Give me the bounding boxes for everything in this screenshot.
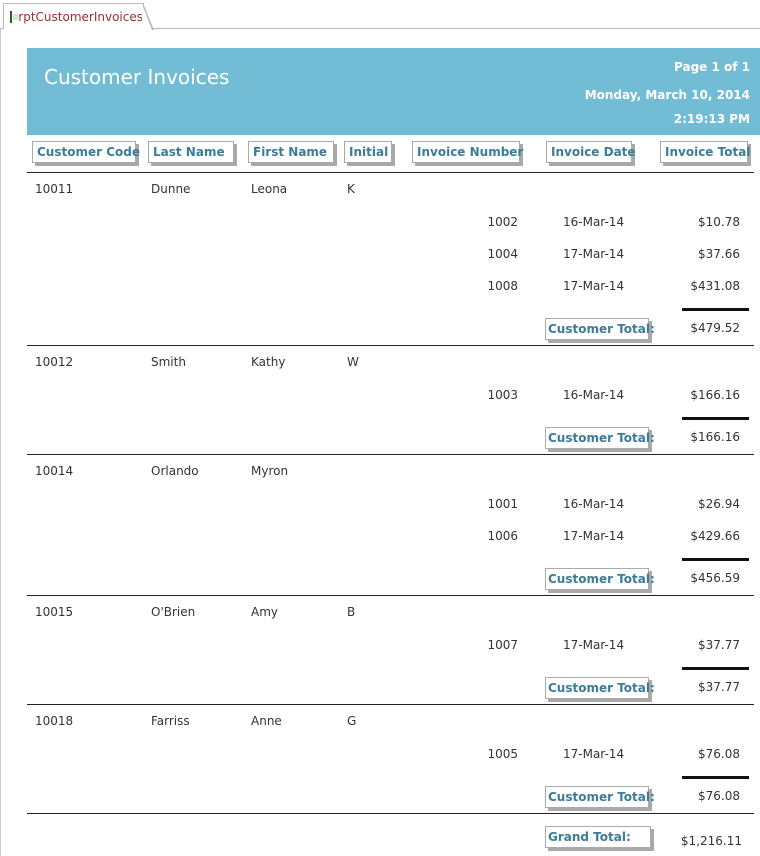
invoice-date: 17-Mar-14	[563, 747, 625, 761]
invoice-total: $10.78	[698, 215, 740, 229]
customer-first-name: Kathy	[251, 355, 286, 369]
customer-total-value: $456.59	[690, 571, 740, 585]
customer-code: 10012	[35, 355, 74, 369]
customer-total-value: $76.08	[698, 789, 740, 803]
customer-last-name: O'Brien	[151, 605, 196, 619]
report-date: Monday, March 10, 2014	[584, 88, 750, 102]
column-header-invoice-date: Invoice Date	[546, 141, 636, 163]
report-title: Customer Invoices	[44, 65, 230, 89]
subtotal-rule	[682, 667, 749, 670]
invoice-date: 16-Mar-14	[563, 497, 625, 511]
subtotal-rule	[682, 417, 749, 420]
customer-first-name: Myron	[251, 464, 289, 478]
invoice-date: 17-Mar-14	[563, 638, 625, 652]
customer-total-value: $37.77	[698, 680, 740, 694]
invoice-number: 1005	[487, 747, 518, 761]
customer-first-name: Anne	[251, 714, 282, 728]
invoice-number: 1003	[487, 388, 518, 402]
invoice-number: 1001	[487, 497, 518, 511]
invoice-date: 16-Mar-14	[563, 388, 625, 402]
invoice-number: 1007	[487, 638, 518, 652]
customer-initial: W	[347, 355, 359, 369]
report-time: 2:19:13 PM	[673, 112, 750, 126]
column-header-invoice-number: Invoice Number	[412, 141, 523, 163]
report-icon	[10, 10, 20, 23]
invoice-total: $166.16	[690, 388, 740, 402]
document-tab-bar: rptCustomerInvoices	[0, 0, 760, 30]
customer-total-value: $479.52	[690, 321, 740, 335]
customer-code: 10018	[35, 714, 74, 728]
report-header-banner: Customer Invoices Page 1 of 1 Monday, Ma…	[27, 48, 760, 135]
customer-total-label: Customer Total:	[545, 568, 655, 590]
grand-total-value: $1,216.11	[680, 834, 742, 848]
customer-first-name: Amy	[251, 605, 278, 619]
customer-code: 10011	[35, 182, 74, 196]
customer-code: 10014	[35, 464, 74, 478]
invoice-total: $429.66	[690, 529, 740, 543]
grand-total-label: Grand Total:	[545, 826, 651, 848]
subtotal-rule	[682, 776, 749, 779]
customer-total-label: Customer Total:	[545, 427, 655, 449]
customer-initial: G	[347, 714, 357, 728]
column-header-initial: Initial	[344, 141, 392, 163]
invoice-date: 16-Mar-14	[563, 215, 625, 229]
column-header-invoice-total: Invoice Total	[660, 141, 750, 163]
invoice-number: 1006	[487, 529, 518, 543]
group-divider	[27, 704, 754, 705]
invoice-total: $37.77	[698, 638, 740, 652]
invoice-date: 17-Mar-14	[563, 279, 625, 293]
customer-total-label: Customer Total:	[545, 677, 655, 699]
column-header-last-name: Last Name	[148, 141, 234, 163]
customer-total-value: $166.16	[690, 430, 740, 444]
subtotal-rule	[682, 558, 749, 561]
invoice-number: 1002	[487, 215, 518, 229]
invoice-total: $76.08	[698, 747, 740, 761]
invoice-date: 17-Mar-14	[563, 247, 625, 261]
customer-first-name: Leona	[251, 182, 288, 196]
group-divider	[27, 345, 754, 346]
invoice-date: 17-Mar-14	[563, 529, 625, 543]
customer-last-name: Farriss	[151, 714, 190, 728]
customer-initial: B	[347, 605, 356, 619]
group-divider	[27, 454, 754, 455]
group-divider	[27, 595, 754, 596]
invoice-number: 1008	[487, 279, 518, 293]
invoice-total: $431.08	[690, 279, 740, 293]
header-divider	[27, 172, 754, 173]
subtotal-rule	[682, 308, 749, 311]
customer-last-name: Dunne	[151, 182, 191, 196]
group-divider	[27, 813, 754, 814]
invoice-total: $26.94	[698, 497, 740, 511]
invoice-total: $37.66	[698, 247, 740, 261]
report-tab[interactable]: rptCustomerInvoices	[3, 3, 154, 30]
page-number: Page 1 of 1	[674, 60, 750, 74]
column-header-first-name: First Name	[248, 141, 334, 163]
report-frame-border	[0, 28, 1, 856]
customer-total-label: Customer Total:	[545, 786, 655, 808]
customer-last-name: Smith	[151, 355, 186, 369]
tab-label: rptCustomerInvoices	[18, 9, 143, 24]
customer-code: 10015	[35, 605, 74, 619]
invoice-number: 1004	[487, 247, 518, 261]
column-header-customer-code: Customer Code	[32, 141, 140, 163]
customer-last-name: Orlando	[151, 464, 199, 478]
customer-total-label: Customer Total:	[545, 318, 655, 340]
customer-initial: K	[347, 182, 355, 196]
